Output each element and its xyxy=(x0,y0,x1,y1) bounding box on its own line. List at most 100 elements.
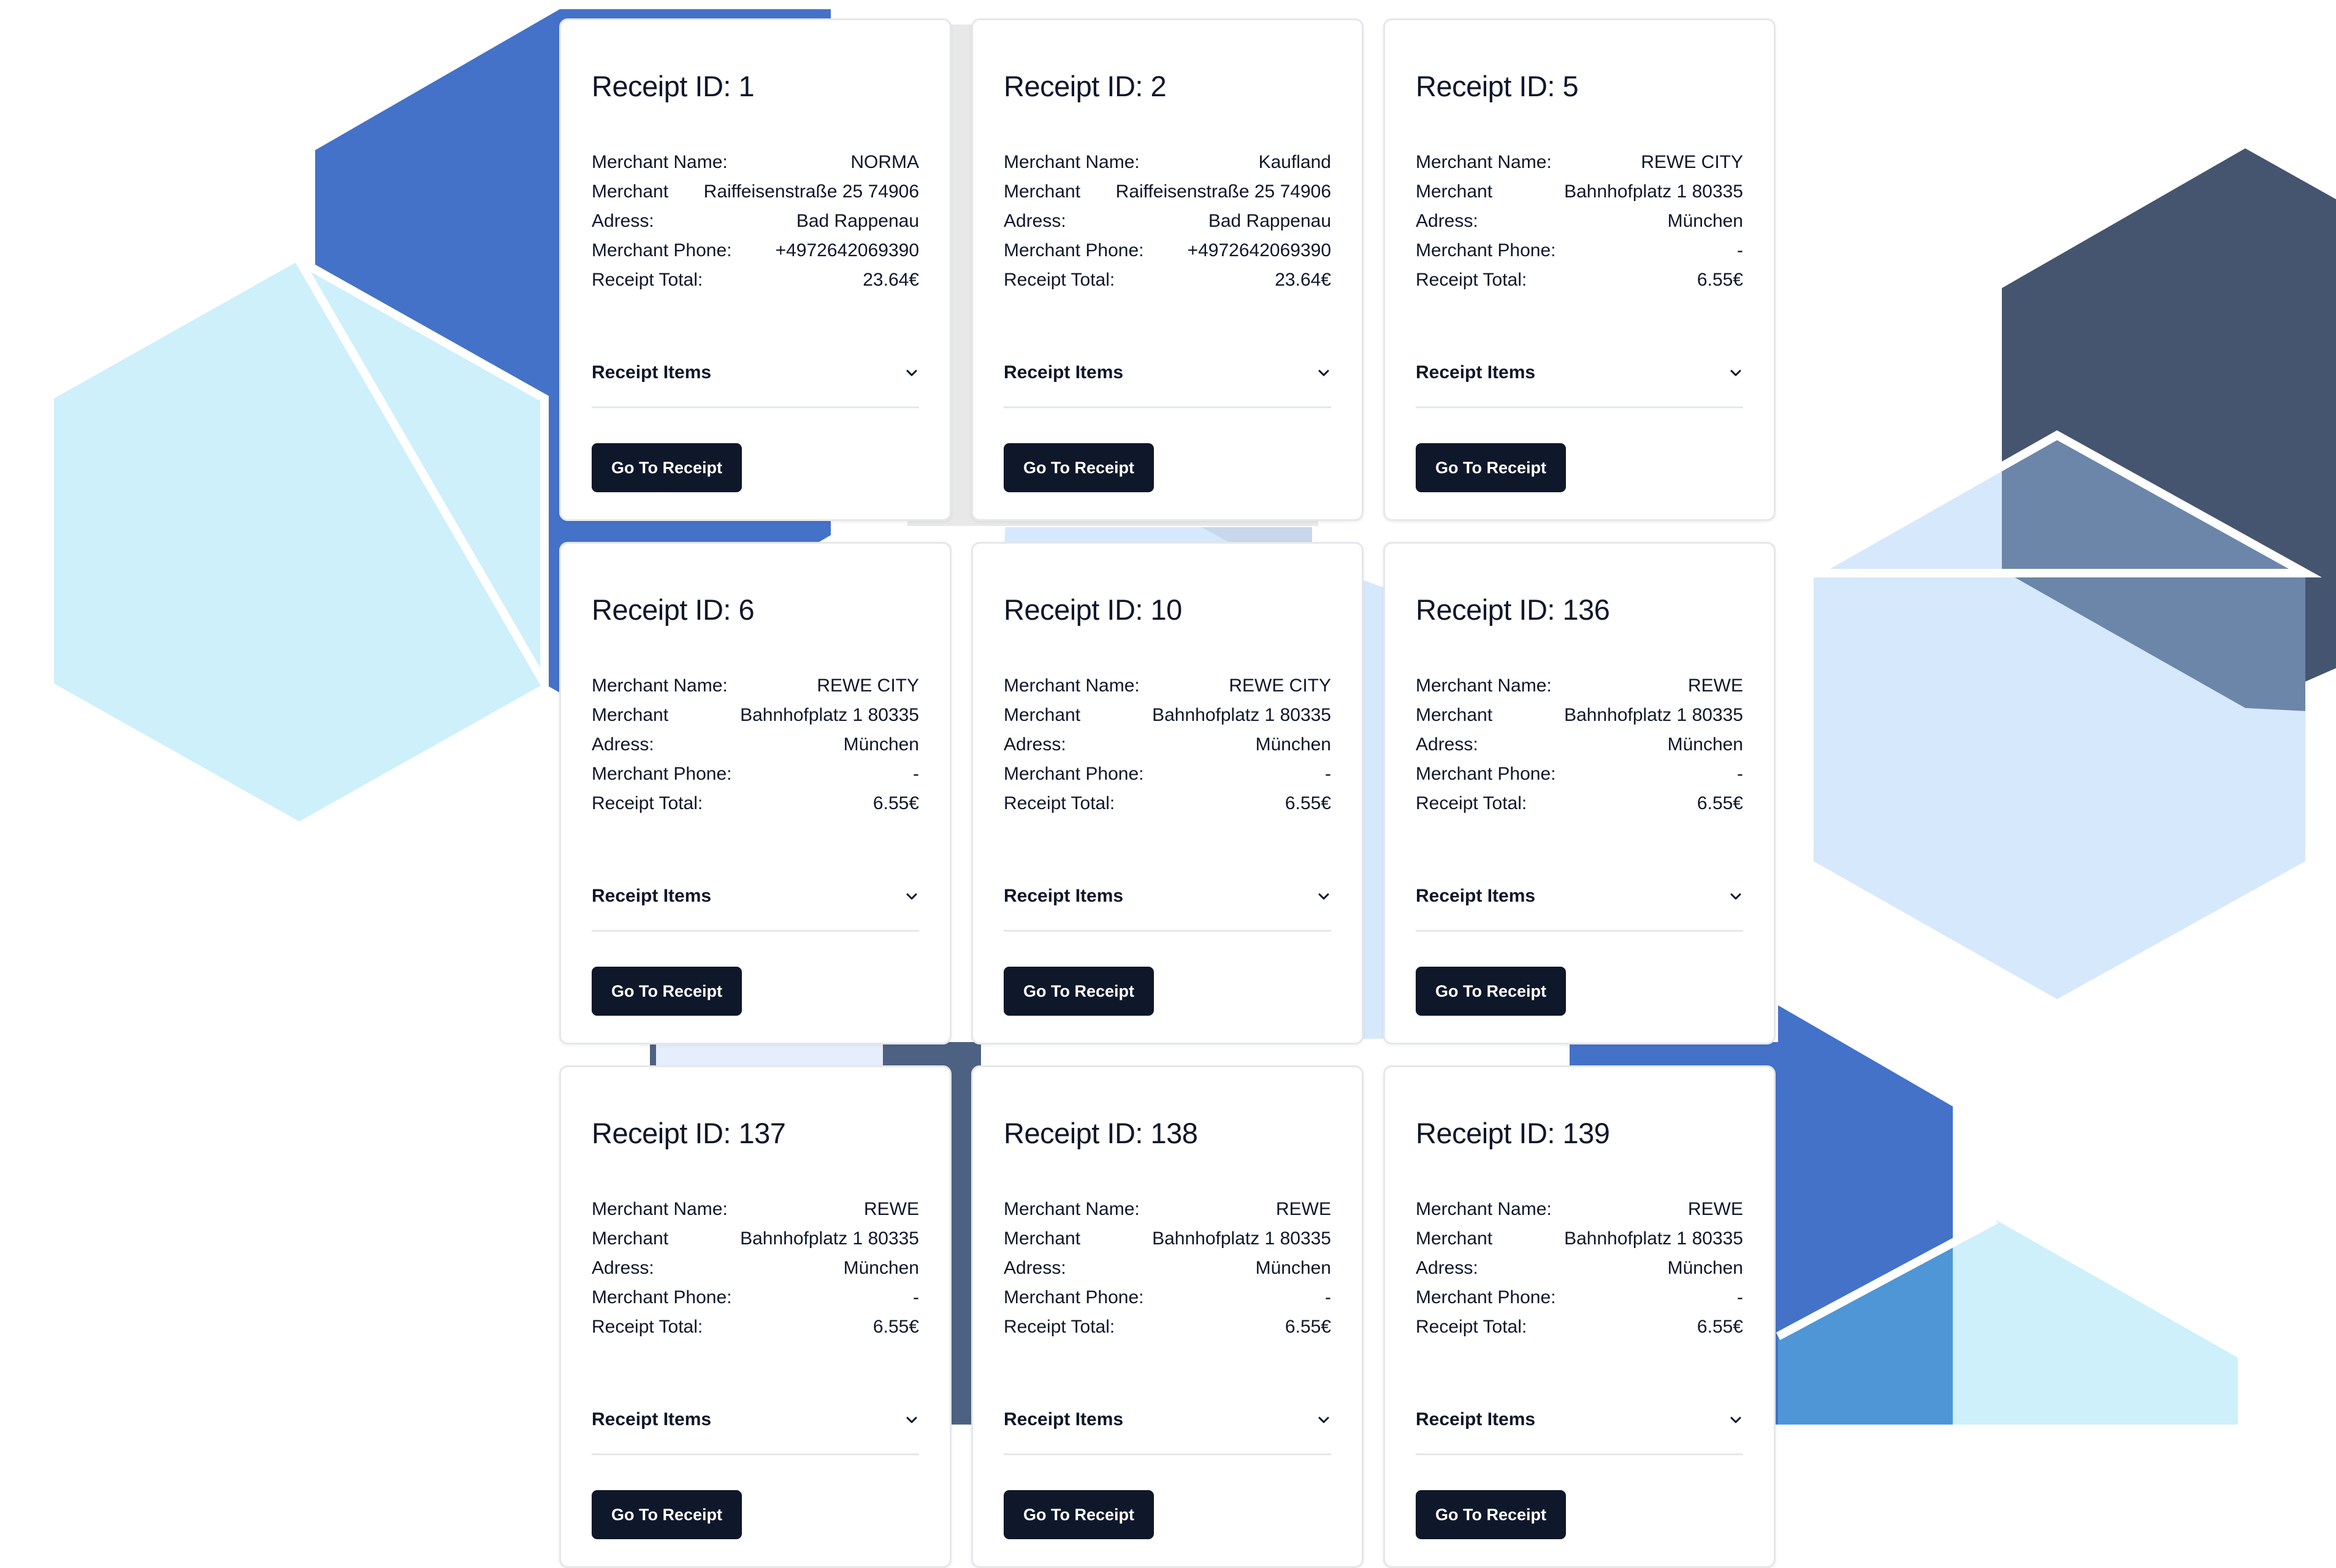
merchant-address-value: Raiffeisenstraße 25 74906 Bad Rappenau xyxy=(704,177,919,236)
merchant-phone-row: Merchant Phone: - xyxy=(592,1283,919,1312)
merchant-address-city: München xyxy=(843,1258,919,1278)
receipt-total-value: 6.55€ xyxy=(1697,793,1743,813)
merchant-address-label: Merchant Adress: xyxy=(1416,701,1492,759)
receipt-items-label: Receipt Items xyxy=(1004,362,1124,382)
merchant-address-label-line2: Adress: xyxy=(1416,211,1478,231)
go-to-receipt-button[interactable]: Go To Receipt xyxy=(1416,1490,1567,1539)
go-to-receipt-button[interactable]: Go To Receipt xyxy=(1004,1490,1155,1539)
receipt-total-value: 6.55€ xyxy=(1697,270,1743,290)
receipt-info: Merchant Name: REWE Merchant Adress: Bah… xyxy=(1416,671,1743,818)
receipt-items-accordion[interactable]: Receipt Items xyxy=(592,875,919,932)
receipt-total-value: 6.55€ xyxy=(1284,1317,1331,1337)
merchant-address-value: Bahnhofplatz 1 80335 München xyxy=(1152,1224,1331,1283)
receipt-items-accordion[interactable]: Receipt Items xyxy=(592,351,919,408)
merchant-address-value: Bahnhofplatz 1 80335 München xyxy=(1564,701,1743,759)
receipt-card: Receipt ID: 5 Merchant Name: REWE CITY M… xyxy=(1383,18,1776,521)
go-to-receipt-button[interactable]: Go To Receipt xyxy=(1416,443,1567,492)
merchant-phone-label: Merchant Phone: xyxy=(1004,764,1144,784)
receipt-items-accordion[interactable]: Receipt Items xyxy=(1416,1398,1743,1455)
receipt-total-row: Receipt Total: 6.55€ xyxy=(1416,265,1743,295)
merchant-phone-value: - xyxy=(1737,240,1743,261)
receipt-total-label: Receipt Total: xyxy=(592,1317,703,1337)
receipt-card: Receipt ID: 137 Merchant Name: REWE Merc… xyxy=(559,1065,952,1568)
merchant-name-value: REWE xyxy=(1276,1199,1331,1219)
go-to-receipt-button[interactable]: Go To Receipt xyxy=(592,443,742,492)
merchant-phone-value: - xyxy=(1325,1287,1331,1307)
receipt-items-accordion[interactable]: Receipt Items xyxy=(1416,351,1743,408)
merchant-address-label-line1: Merchant xyxy=(592,705,669,725)
receipt-info: Merchant Name: REWE CITY Merchant Adress… xyxy=(592,671,919,818)
merchant-address-street: Bahnhofplatz 1 80335 xyxy=(1564,705,1743,725)
receipt-items-label: Receipt Items xyxy=(1416,886,1536,906)
merchant-address-label: Merchant Adress: xyxy=(1004,177,1080,236)
merchant-address-street: Bahnhofplatz 1 80335 xyxy=(1564,181,1743,202)
receipt-items-accordion[interactable]: Receipt Items xyxy=(592,1398,919,1455)
receipt-total-value: 23.64€ xyxy=(863,270,919,290)
receipt-items-accordion[interactable]: Receipt Items xyxy=(1416,875,1743,932)
receipt-total-value: 23.64€ xyxy=(1275,270,1331,290)
merchant-name-row: Merchant Name: REWE xyxy=(592,1195,919,1224)
go-to-receipt-button[interactable]: Go To Receipt xyxy=(1416,967,1567,1016)
merchant-address-city: München xyxy=(1667,211,1743,231)
merchant-name-row: Merchant Name: REWE xyxy=(1416,1195,1743,1224)
merchant-address-label-line1: Merchant xyxy=(1416,181,1493,202)
merchant-address-value: Bahnhofplatz 1 80335 München xyxy=(740,1224,919,1283)
merchant-address-city: München xyxy=(843,734,919,755)
receipt-items-accordion[interactable]: Receipt Items xyxy=(1004,1398,1331,1455)
merchant-address-label-line1: Merchant xyxy=(1416,705,1493,725)
merchant-address-label-line2: Adress: xyxy=(592,1258,654,1278)
receipt-items-accordion[interactable]: Receipt Items xyxy=(1004,351,1331,408)
receipt-total-label: Receipt Total: xyxy=(1416,793,1527,813)
merchant-address-row: Merchant Adress: Bahnhofplatz 1 80335 Mü… xyxy=(1004,1224,1331,1283)
merchant-address-value: Bahnhofplatz 1 80335 München xyxy=(1564,1224,1743,1283)
chevron-down-icon xyxy=(1316,365,1331,380)
receipt-card: Receipt ID: 6 Merchant Name: REWE CITY M… xyxy=(559,542,952,1045)
merchant-name-row: Merchant Name: Kaufland xyxy=(1004,148,1331,177)
merchant-phone-row: Merchant Phone: +4972642069390 xyxy=(592,236,919,265)
merchant-name-value: Kaufland xyxy=(1258,152,1331,172)
merchant-phone-row: Merchant Phone: - xyxy=(1416,759,1743,789)
merchant-phone-value: +4972642069390 xyxy=(775,240,919,261)
receipt-total-label: Receipt Total: xyxy=(592,793,703,813)
receipt-items-accordion[interactable]: Receipt Items xyxy=(1004,875,1331,932)
merchant-phone-label: Merchant Phone: xyxy=(1004,240,1144,261)
receipt-card: Receipt ID: 10 Merchant Name: REWE CITY … xyxy=(971,542,1364,1045)
go-to-receipt-button[interactable]: Go To Receipt xyxy=(592,967,742,1016)
receipt-total-label: Receipt Total: xyxy=(1416,1317,1527,1337)
merchant-address-row: Merchant Adress: Bahnhofplatz 1 80335 Mü… xyxy=(1416,1224,1743,1283)
merchant-address-street: Bahnhofplatz 1 80335 xyxy=(1152,1228,1331,1249)
receipt-items-label: Receipt Items xyxy=(1416,1409,1536,1429)
go-to-receipt-button[interactable]: Go To Receipt xyxy=(1004,443,1155,492)
merchant-address-label-line2: Adress: xyxy=(1004,1258,1066,1278)
merchant-address-row: Merchant Adress: Bahnhofplatz 1 80335 Mü… xyxy=(1004,701,1331,759)
merchant-address-label-line2: Adress: xyxy=(592,734,654,755)
merchant-address-value: Raiffeisenstraße 25 74906 Bad Rappenau xyxy=(1116,177,1331,236)
merchant-name-row: Merchant Name: REWE CITY xyxy=(1416,148,1743,177)
receipt-items-label: Receipt Items xyxy=(1004,1409,1124,1429)
merchant-address-city: München xyxy=(1255,734,1331,755)
merchant-name-value: REWE xyxy=(1688,676,1743,696)
merchant-address-city: Bad Rappenau xyxy=(1208,211,1331,231)
receipt-total-label: Receipt Total: xyxy=(592,270,703,290)
merchant-address-street: Bahnhofplatz 1 80335 xyxy=(1564,1228,1743,1249)
receipt-items-label: Receipt Items xyxy=(1416,362,1536,382)
receipt-items-label: Receipt Items xyxy=(592,1409,712,1429)
merchant-phone-label: Merchant Phone: xyxy=(592,764,732,784)
merchant-name-row: Merchant Name: REWE xyxy=(1416,671,1743,701)
merchant-name-label: Merchant Name: xyxy=(1004,1199,1140,1219)
merchant-address-label-line1: Merchant xyxy=(1004,705,1081,725)
receipt-total-row: Receipt Total: 6.55€ xyxy=(1416,789,1743,818)
merchant-phone-value: +4972642069390 xyxy=(1187,240,1331,261)
merchant-name-label: Merchant Name: xyxy=(1004,152,1140,172)
merchant-name-value: REWE CITY xyxy=(817,676,919,696)
go-to-receipt-button[interactable]: Go To Receipt xyxy=(592,1490,742,1539)
receipt-title: Receipt ID: 10 xyxy=(1004,593,1182,626)
merchant-address-row: Merchant Adress: Bahnhofplatz 1 80335 Mü… xyxy=(592,701,919,759)
receipt-card: Receipt ID: 2 Merchant Name: Kaufland Me… xyxy=(971,18,1364,521)
merchant-address-city: Bad Rappenau xyxy=(796,211,919,231)
go-to-receipt-button[interactable]: Go To Receipt xyxy=(1004,967,1155,1016)
chevron-down-icon xyxy=(1728,365,1743,380)
merchant-phone-row: Merchant Phone: - xyxy=(1416,236,1743,265)
merchant-phone-value: - xyxy=(913,1287,919,1307)
receipt-card: Receipt ID: 1 Merchant Name: NORMA Merch… xyxy=(559,18,952,521)
